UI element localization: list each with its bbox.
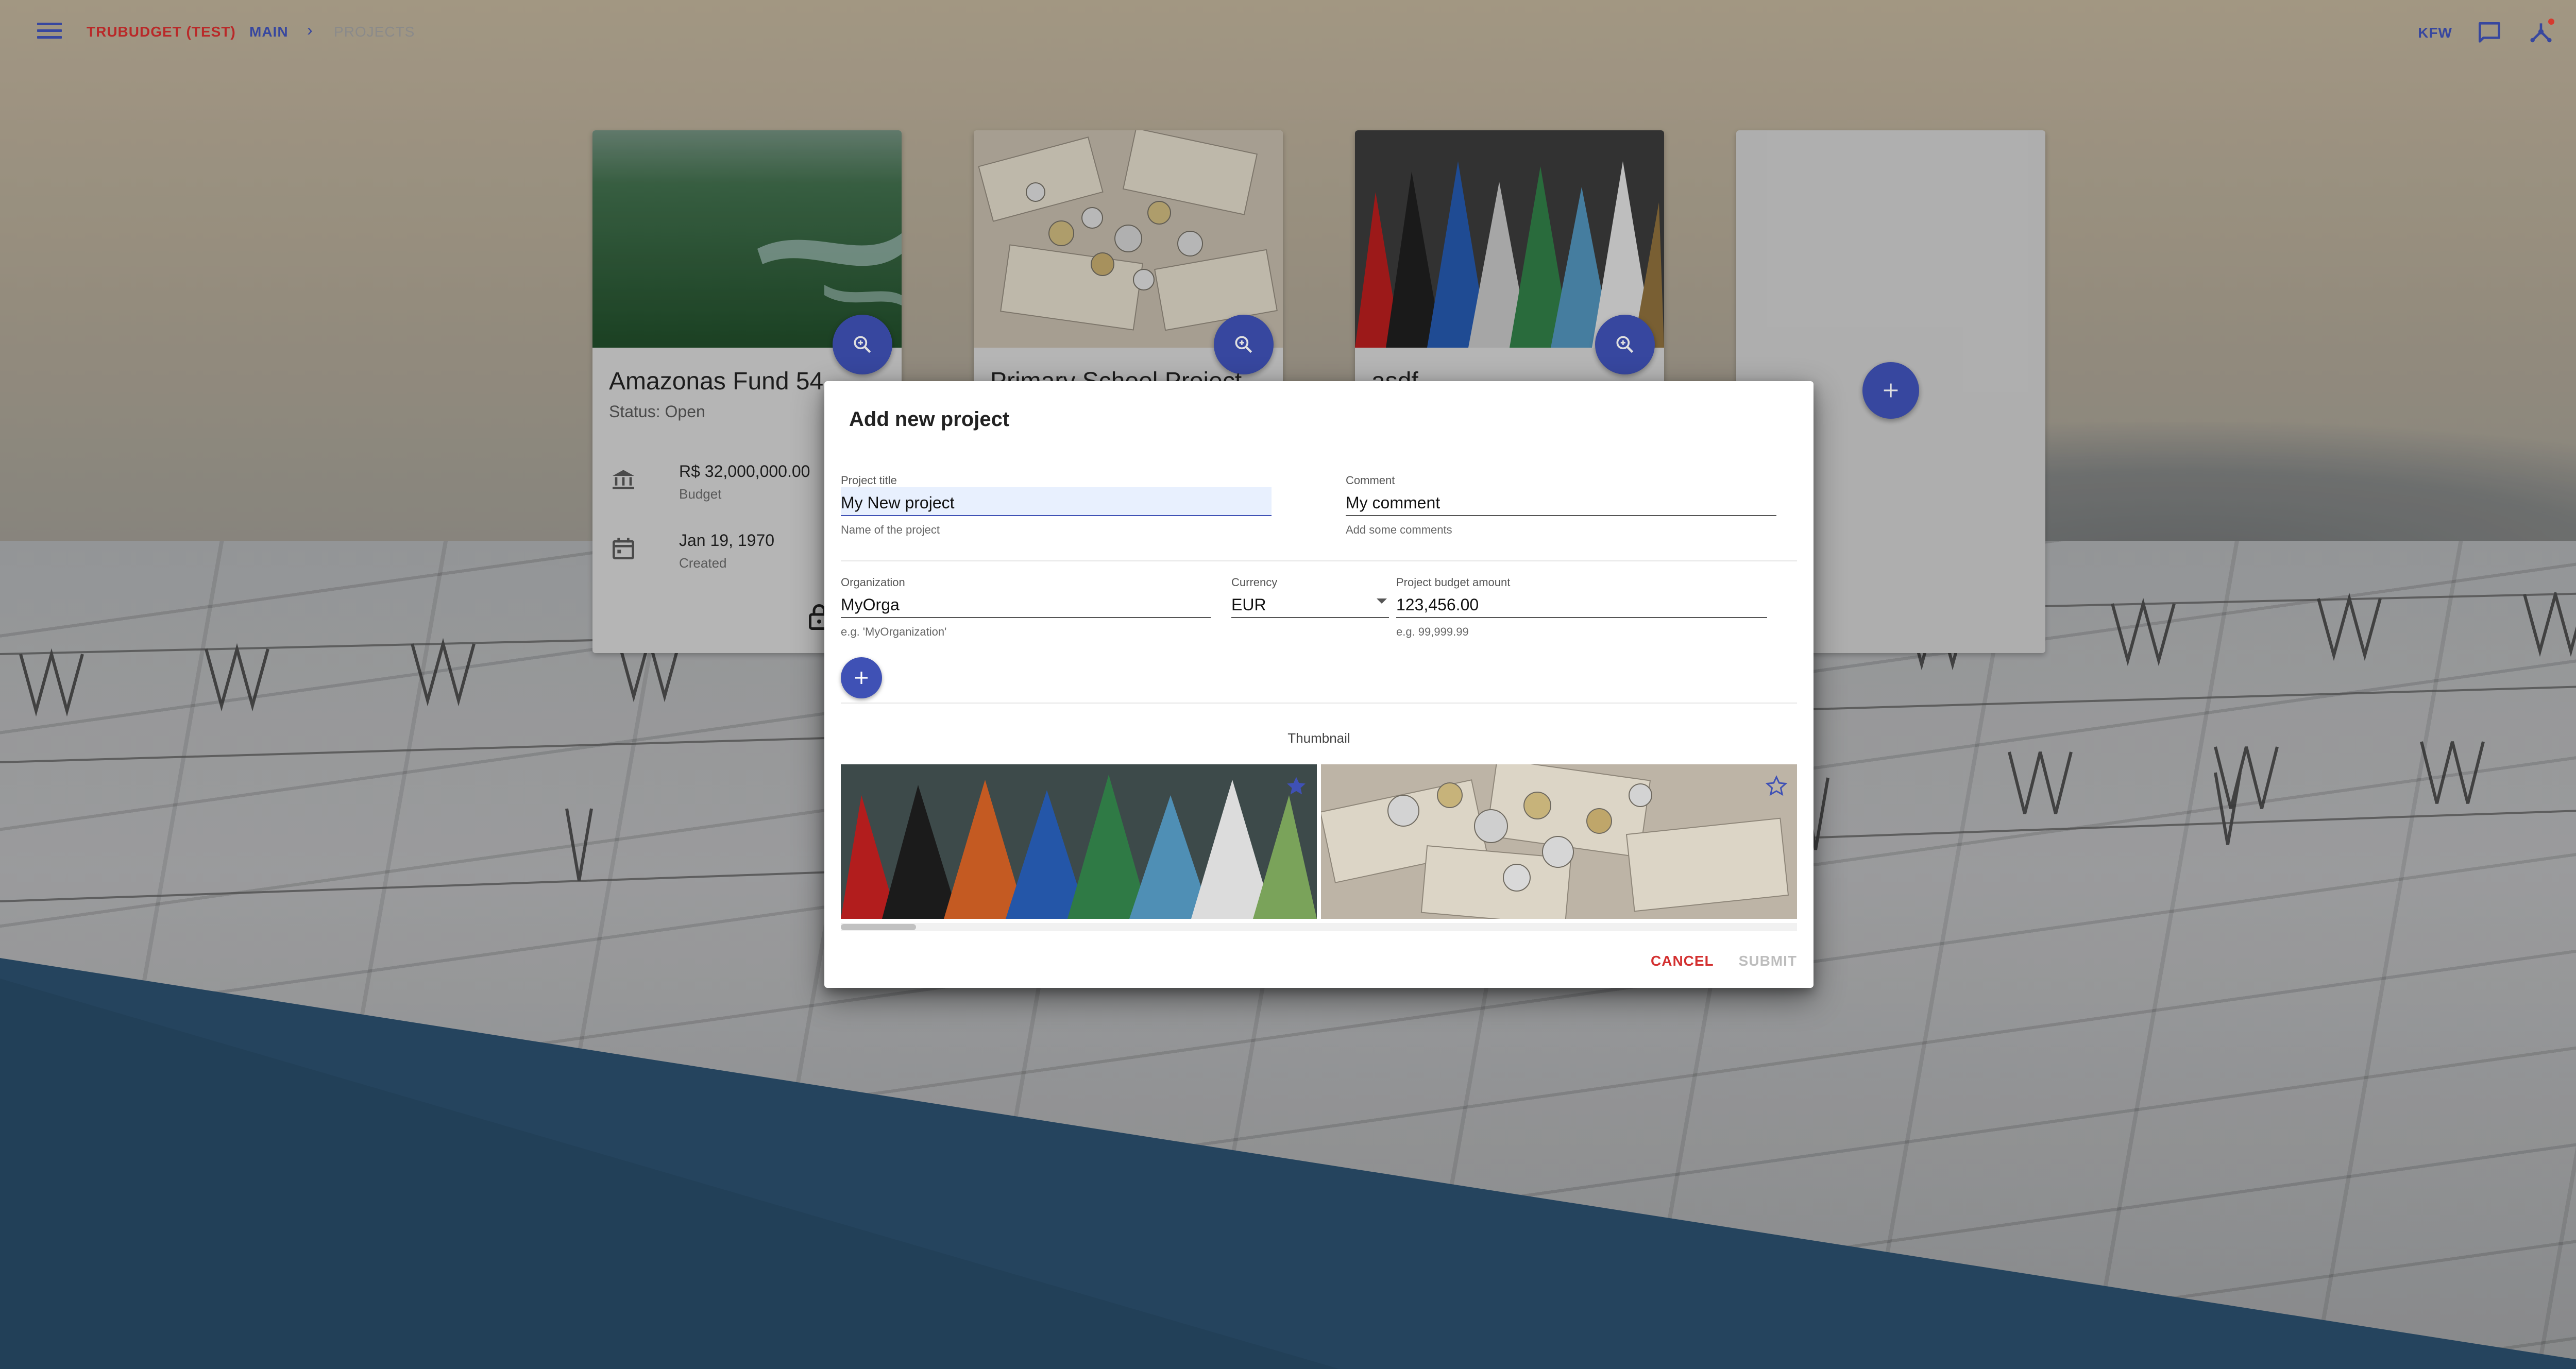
budget-amount-help: e.g. 99,999.99 — [1396, 625, 1469, 638]
cancel-button[interactable]: CANCEL — [1651, 953, 1714, 969]
dialog-actions: CANCEL SUBMIT — [1651, 953, 1797, 969]
project-title-field: Project title Name of the project — [841, 474, 1272, 537]
currency-label: Currency — [1231, 576, 1278, 589]
dialog-title: Add new project — [849, 408, 1010, 431]
comment-label: Comment — [1346, 474, 1395, 487]
dropdown-arrow-icon[interactable] — [1377, 598, 1387, 604]
thumbnail-list[interactable] — [841, 764, 1797, 919]
comment-input[interactable] — [1346, 487, 1776, 516]
divider — [841, 560, 1797, 561]
star-filled-icon[interactable] — [1285, 775, 1308, 797]
organization-field: Organization e.g. 'MyOrganization' — [841, 576, 1211, 639]
budget-amount-input[interactable] — [1396, 589, 1767, 618]
scrollbar-thumb[interactable] — [841, 924, 916, 930]
project-title-input[interactable] — [841, 487, 1272, 516]
currency-select[interactable] — [1231, 589, 1389, 618]
project-title-label: Project title — [841, 474, 897, 487]
add-budget-button[interactable] — [841, 657, 882, 698]
comment-field: Comment Add some comments — [1346, 474, 1776, 537]
divider — [841, 703, 1797, 704]
thumbnail-label: Thumbnail — [1287, 730, 1350, 746]
organization-label: Organization — [841, 576, 905, 589]
submit-button[interactable]: SUBMIT — [1739, 953, 1797, 969]
thumbnail-money[interactable] — [1321, 764, 1797, 919]
organization-help: e.g. 'MyOrganization' — [841, 625, 947, 638]
star-outline-icon[interactable] — [1765, 775, 1788, 797]
organization-input[interactable] — [841, 589, 1211, 618]
horizontal-scrollbar[interactable] — [841, 923, 1797, 931]
budget-amount-label: Project budget amount — [1396, 576, 1511, 589]
currency-field: Currency — [1231, 576, 1389, 618]
thumbnail-pencils[interactable] — [841, 764, 1317, 919]
project-title-help: Name of the project — [841, 523, 940, 536]
budget-amount-field: Project budget amount e.g. 99,999.99 — [1396, 576, 1767, 639]
comment-help: Add some comments — [1346, 523, 1452, 536]
add-project-dialog: Add new project Project title Name of th… — [824, 381, 1814, 988]
